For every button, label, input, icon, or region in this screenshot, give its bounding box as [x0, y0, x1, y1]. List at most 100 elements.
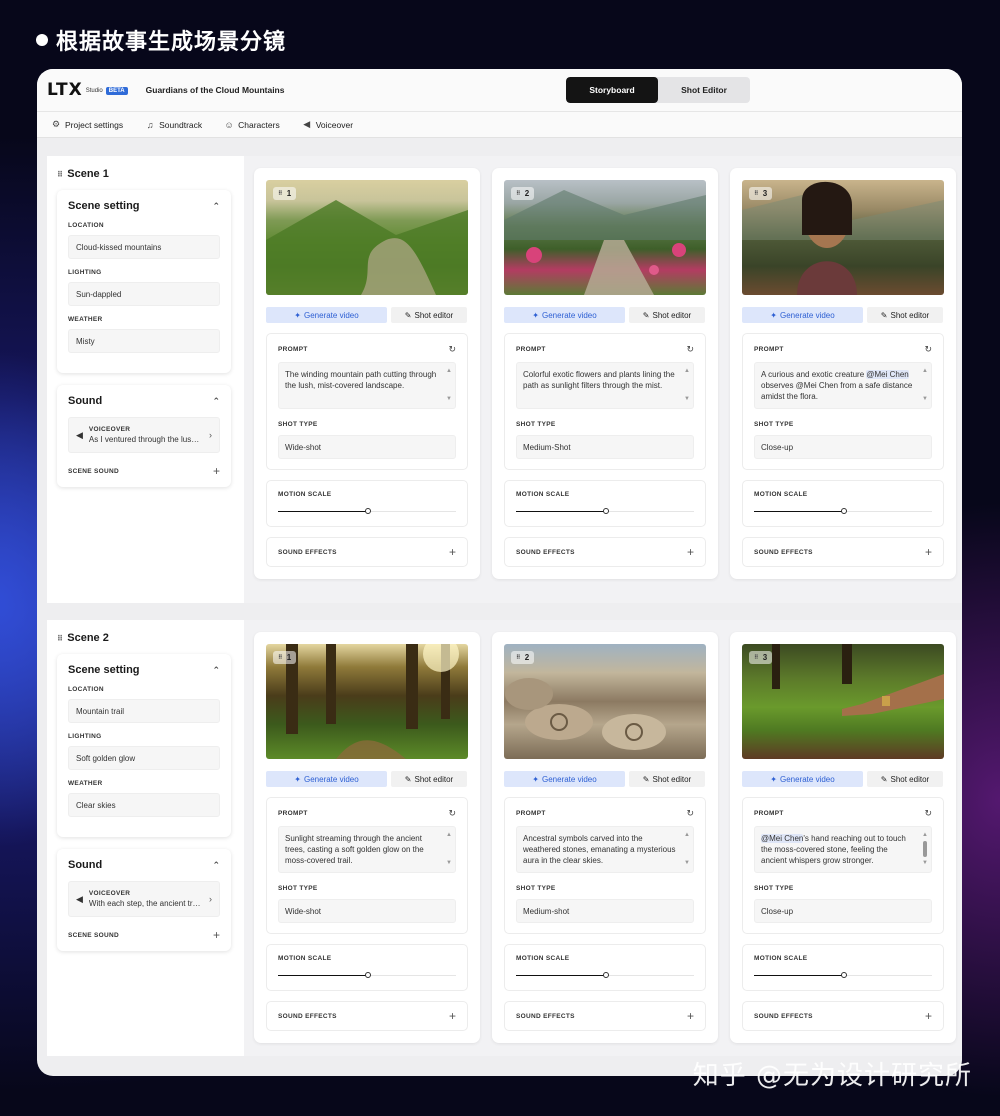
- drag-handle-icon[interactable]: ⠿: [57, 634, 63, 643]
- add-sound-effect-icon[interactable]: +: [925, 1010, 932, 1022]
- sound-effects-card: SOUND EFFECTS +: [742, 1001, 944, 1031]
- generate-video-button[interactable]: ✦ Generate video: [742, 307, 863, 323]
- shot-type-field[interactable]: Wide-shot: [278, 435, 456, 459]
- top-bar: LTX Studio BETA Guardians of the Cloud M…: [37, 69, 962, 112]
- refresh-icon[interactable]: ↻: [686, 808, 694, 819]
- weather-field[interactable]: Misty: [68, 329, 220, 353]
- prompt-textarea[interactable]: Ancestral symbols carved into the weathe…: [516, 826, 694, 873]
- scene-setting-header[interactable]: Scene setting ⌃: [68, 200, 220, 212]
- slider-handle[interactable]: [603, 972, 609, 978]
- prompt-textarea[interactable]: Colorful exotic flowers and plants linin…: [516, 362, 694, 409]
- shot-number-badge[interactable]: ⠿ 2: [511, 187, 535, 200]
- generate-video-button[interactable]: ✦ Generate video: [504, 307, 625, 323]
- slider-handle[interactable]: [365, 972, 371, 978]
- scrollbar[interactable]: ▲ ▼: [922, 366, 928, 405]
- location-field[interactable]: Cloud-kissed mountains: [68, 235, 220, 259]
- generate-video-button[interactable]: ✦ Generate video: [266, 307, 387, 323]
- weather-field[interactable]: Clear skies: [68, 793, 220, 817]
- add-sound-effect-icon[interactable]: +: [449, 1010, 456, 1022]
- shot-number-badge[interactable]: ⠿ 1: [273, 187, 297, 200]
- scroll-thumb[interactable]: [923, 841, 927, 857]
- shot-thumbnail[interactable]: ⠿ 3: [742, 180, 944, 295]
- add-sound-effect-icon[interactable]: +: [687, 1010, 694, 1022]
- chevron-up-icon[interactable]: ⌃: [212, 860, 220, 871]
- lighting-field[interactable]: Sun-dappled: [68, 282, 220, 306]
- menu-label: Soundtrack: [159, 119, 203, 130]
- location-field[interactable]: Mountain trail: [68, 699, 220, 723]
- shot-editor-button[interactable]: ✎ Shot editor: [391, 771, 467, 787]
- prompt-textarea[interactable]: The winding mountain path cutting throug…: [278, 362, 456, 409]
- shot-type-field[interactable]: Medium-Shot: [516, 435, 694, 459]
- sound-header[interactable]: Sound ⌃: [68, 395, 220, 407]
- generate-video-button[interactable]: ✦ Generate video: [266, 771, 387, 787]
- character-mention[interactable]: @Mei Chen: [866, 370, 909, 379]
- voiceover-row[interactable]: ◀ VOICEOVER With each step, the ancient tr…: [68, 881, 220, 917]
- motion-scale-slider[interactable]: [516, 972, 694, 980]
- scrollbar[interactable]: ▲ ▼: [446, 830, 452, 869]
- prompt-textarea[interactable]: A curious and exotic creature @Mei Chen …: [754, 362, 932, 409]
- generate-video-button[interactable]: ✦ Generate video: [742, 771, 863, 787]
- drag-handle-icon[interactable]: ⠿: [57, 170, 63, 179]
- motion-scale-slider[interactable]: [278, 508, 456, 516]
- menu-soundtrack[interactable]: ♫ Soundtrack: [145, 120, 202, 130]
- motion-scale-slider[interactable]: [754, 972, 932, 980]
- shot-thumbnail[interactable]: ⠿ 2: [504, 180, 706, 295]
- slider-handle[interactable]: [603, 508, 609, 514]
- shot-thumbnail[interactable]: ⠿ 3: [742, 644, 944, 759]
- shot-thumbnail[interactable]: ⠿ 1: [266, 644, 468, 759]
- slider-handle[interactable]: [841, 972, 847, 978]
- shot-editor-button[interactable]: ✎ Shot editor: [391, 307, 467, 323]
- tab-storyboard[interactable]: Storyboard: [566, 77, 658, 103]
- refresh-icon[interactable]: ↻: [686, 344, 694, 355]
- prompt-textarea[interactable]: Sunlight streaming through the ancient t…: [278, 826, 456, 873]
- shot-type-field[interactable]: Close-up: [754, 435, 932, 459]
- generate-video-button[interactable]: ✦ Generate video: [504, 771, 625, 787]
- scrollbar[interactable]: ▲ ▼: [684, 830, 690, 869]
- menu-project-settings[interactable]: ⚙ Project settings: [51, 119, 123, 130]
- shot-number-badge[interactable]: ⠿ 1: [273, 651, 297, 664]
- refresh-icon[interactable]: ↻: [448, 344, 456, 355]
- scrollbar[interactable]: ▲ ▼: [684, 366, 690, 405]
- motion-scale-slider[interactable]: [516, 508, 694, 516]
- shot-editor-button[interactable]: ✎ Shot editor: [867, 771, 943, 787]
- shot-editor-button[interactable]: ✎ Shot editor: [629, 307, 705, 323]
- slider-handle[interactable]: [365, 508, 371, 514]
- prompt-textarea[interactable]: @Mei Chen's hand reaching out to touch t…: [754, 826, 932, 873]
- motion-scale-slider[interactable]: [278, 972, 456, 980]
- menu-characters[interactable]: ☺ Characters: [224, 120, 280, 130]
- slider-handle[interactable]: [841, 508, 847, 514]
- add-sound-effect-icon[interactable]: +: [925, 546, 932, 558]
- character-mention[interactable]: @Mei Chen: [761, 834, 804, 843]
- chevron-up-icon[interactable]: ⌃: [212, 396, 220, 407]
- chevron-up-icon[interactable]: ⌃: [212, 665, 220, 676]
- motion-scale-label: MOTION SCALE: [516, 955, 570, 962]
- shot-type-field[interactable]: Wide-shot: [278, 899, 456, 923]
- shot-editor-button[interactable]: ✎ Shot editor: [867, 307, 943, 323]
- refresh-icon[interactable]: ↻: [924, 344, 932, 355]
- shot-thumbnail[interactable]: ⠿ 1: [266, 180, 468, 295]
- voiceover-row[interactable]: ◀ VOICEOVER As I ventured through the lush…: [68, 417, 220, 453]
- sound-header[interactable]: Sound ⌃: [68, 859, 220, 871]
- shot-number-badge[interactable]: ⠿ 3: [749, 187, 773, 200]
- scene-setting-header[interactable]: Scene setting ⌃: [68, 664, 220, 676]
- shot-number-badge[interactable]: ⠿ 3: [749, 651, 773, 664]
- shot-editor-button[interactable]: ✎ Shot editor: [629, 771, 705, 787]
- shot-type-field[interactable]: Close-up: [754, 899, 932, 923]
- ltx-logo[interactable]: LTX Studio BETA: [47, 80, 128, 100]
- tab-shot-editor[interactable]: Shot Editor: [658, 77, 750, 103]
- add-scene-sound-icon[interactable]: +: [213, 929, 220, 941]
- add-sound-effect-icon[interactable]: +: [687, 546, 694, 558]
- lighting-field[interactable]: Soft golden glow: [68, 746, 220, 770]
- add-scene-sound-icon[interactable]: +: [213, 465, 220, 477]
- refresh-icon[interactable]: ↻: [924, 808, 932, 819]
- menu-voiceover[interactable]: ◀ Voiceover: [302, 119, 353, 130]
- chevron-up-icon[interactable]: ⌃: [212, 201, 220, 212]
- shot-type-field[interactable]: Medium-shot: [516, 899, 694, 923]
- shot-thumbnail[interactable]: ⠿ 2: [504, 644, 706, 759]
- shot-number-badge[interactable]: ⠿ 2: [511, 651, 535, 664]
- motion-scale-slider[interactable]: [754, 508, 932, 516]
- scroll-down-icon: ▼: [446, 860, 452, 866]
- refresh-icon[interactable]: ↻: [448, 808, 456, 819]
- scrollbar[interactable]: ▲ ▼: [446, 366, 452, 405]
- add-sound-effect-icon[interactable]: +: [449, 546, 456, 558]
